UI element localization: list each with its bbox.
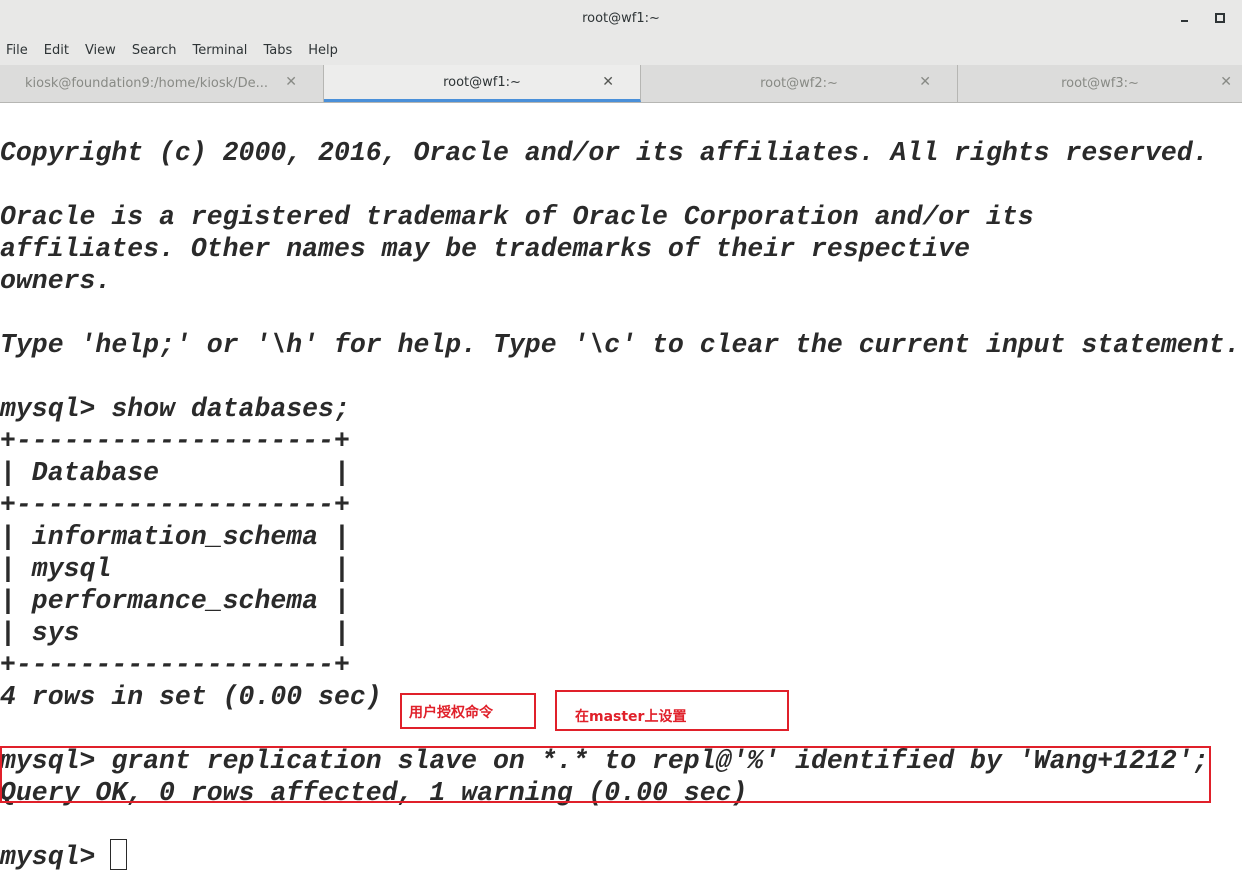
menu-search[interactable]: Search (132, 43, 177, 58)
title-bar[interactable]: root@wf1:~ (0, 0, 1242, 36)
annotation-box-master-label: 在master上设置 (555, 690, 789, 731)
terminal-line: Type 'help;' or '\h' for help. Type '\c'… (0, 330, 1241, 360)
tab-bar: kiosk@foundation9:/home/kiosk/De... ✕ ro… (0, 65, 1242, 103)
maximize-icon (1215, 13, 1225, 23)
menu-help[interactable]: Help (308, 43, 338, 58)
menu-view[interactable]: View (85, 43, 116, 58)
close-icon[interactable]: ✕ (285, 74, 297, 90)
close-icon[interactable]: ✕ (919, 74, 931, 90)
maximize-button[interactable] (1210, 8, 1230, 28)
tab-label: kiosk@foundation9:/home/kiosk/De... (25, 76, 268, 91)
terminal-line: 4 rows in set (0.00 sec) (0, 682, 382, 712)
menu-terminal[interactable]: Terminal (192, 43, 247, 58)
terminal-line: Copyright (c) 2000, 2016, Oracle and/or … (0, 138, 1209, 168)
tab-root-wf2[interactable]: root@wf2:~ ✕ (641, 65, 958, 102)
terminal-line: | information_schema | (0, 522, 350, 552)
tab-label: root@wf2:~ (760, 76, 838, 91)
window-title: root@wf1:~ (582, 10, 660, 26)
terminal-line: | performance_schema | (0, 586, 350, 616)
menu-file[interactable]: File (6, 43, 28, 58)
annotation-box-grant-command (0, 746, 1211, 803)
terminal-line: Oracle is a registered trademark of Orac… (0, 202, 1034, 232)
annotation-label-master: 在master上设置 (575, 709, 687, 725)
tab-root-wf3[interactable]: root@wf3:~ ✕ (958, 65, 1242, 102)
menu-bar: File Edit View Search Terminal Tabs Help (0, 36, 1242, 65)
terminal-line: | mysql | (0, 554, 350, 584)
terminal-line: +--------------------+ (0, 650, 350, 680)
menu-tabs[interactable]: Tabs (263, 43, 292, 58)
terminal-line: +--------------------+ (0, 490, 350, 520)
minimize-icon (1180, 20, 1188, 22)
menu-edit[interactable]: Edit (44, 43, 69, 58)
tab-kiosk[interactable]: kiosk@foundation9:/home/kiosk/De... ✕ (0, 65, 324, 102)
close-icon[interactable]: ✕ (602, 74, 614, 90)
terminal-line: | sys | (0, 618, 350, 648)
terminal-line: mysql> show databases; (0, 394, 350, 424)
close-icon[interactable]: ✕ (1220, 74, 1232, 90)
terminal-line: | Database | (0, 458, 350, 488)
minimize-button[interactable] (1174, 8, 1194, 28)
terminal-window: root@wf1:~ File Edit View Search Termina… (0, 0, 1242, 872)
tab-label: root@wf3:~ (1061, 76, 1139, 91)
terminal-prompt: mysql> (0, 842, 112, 872)
tab-root-wf1[interactable]: root@wf1:~ ✕ (324, 65, 641, 102)
tab-label: root@wf1:~ (443, 74, 521, 90)
terminal-line: affiliates. Other names may be trademark… (0, 234, 971, 264)
terminal-line: +--------------------+ (0, 426, 350, 456)
terminal-line: owners. (0, 266, 112, 296)
annotation-label-grant: 用户授权命令 (409, 705, 493, 721)
text-cursor (110, 839, 127, 870)
annotation-box-grant-label: 用户授权命令 (400, 693, 536, 729)
